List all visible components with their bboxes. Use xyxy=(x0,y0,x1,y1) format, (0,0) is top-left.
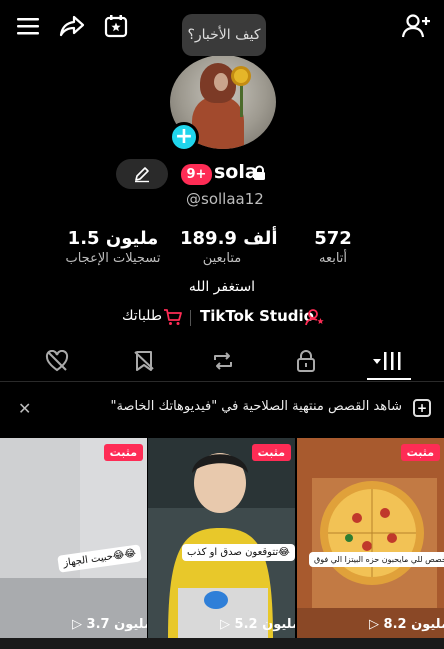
menu-icon[interactable] xyxy=(12,10,44,42)
active-tab-indicator xyxy=(367,378,411,380)
next-row-strip xyxy=(0,638,444,649)
repost-icon xyxy=(214,352,232,370)
video-tile[interactable]: مثبت الفيد ذا مخصص للي مايحبون حزه البيت… xyxy=(297,438,444,638)
person-thumbnail xyxy=(148,438,295,638)
likes-label: تسجيلات الإعجاب xyxy=(65,251,161,266)
profile-links: TikTok Studio طلباتك xyxy=(0,305,444,331)
pinned-badge: مثبت xyxy=(103,444,143,461)
followers-stat[interactable]: 189.9 ألف متابعين xyxy=(180,228,278,266)
device-thumbnail xyxy=(0,438,147,638)
lock-icon xyxy=(253,165,266,185)
pinned-badge: مثبت xyxy=(400,444,440,461)
expired-stories-banner[interactable]: ✕ شاهد القصص منتهية الصلاحية في "فيديوها… xyxy=(0,383,444,435)
cart-icon xyxy=(163,308,183,330)
tiktok-studio-link[interactable]: TikTok Studio xyxy=(200,307,314,325)
share-icon[interactable] xyxy=(56,10,88,42)
followers-count: 189.9 ألف xyxy=(180,228,278,249)
user-handle: @sollaa12 xyxy=(186,190,264,208)
video-grid: مثبت الفيد ذا مخصص للي مايحبون حزه البيت… xyxy=(0,438,444,649)
notification-badge: 9+ xyxy=(181,164,212,185)
tab-liked-hidden[interactable] xyxy=(37,346,77,376)
close-icon[interactable]: ✕ xyxy=(18,399,31,418)
pizza-thumbnail xyxy=(297,438,444,638)
bookmark-hidden-icon xyxy=(134,351,154,371)
tab-favorites[interactable] xyxy=(124,346,164,376)
avatar-figure-face xyxy=(214,73,228,91)
tab-reposts[interactable] xyxy=(203,346,243,376)
orders-link[interactable]: طلباتك xyxy=(122,308,162,324)
banner-text: شاهد القصص منتهية الصلاحية في "فيديوهاتك… xyxy=(110,399,402,414)
person-star-icon xyxy=(305,308,325,330)
video-caption: الفيد ذا مخصص للي مايحبون حزه البيتزا ال… xyxy=(309,552,444,567)
add-box-icon: + xyxy=(413,399,431,417)
avatar-figure-body xyxy=(192,97,244,149)
calendar-star-icon[interactable] xyxy=(100,10,132,42)
view-count: ▷ 8.2 مليون xyxy=(369,617,444,632)
following-stat[interactable]: 572 أتابعه xyxy=(313,228,353,266)
likes-count: 1.5 مليون xyxy=(67,228,159,249)
followers-label: متابعين xyxy=(202,251,242,266)
hidden-heart-icon xyxy=(45,350,69,372)
tab-private[interactable] xyxy=(286,346,326,376)
tab-videos[interactable] xyxy=(369,346,409,376)
news-bubble[interactable]: كيف الأخبار؟ xyxy=(182,14,266,56)
pinned-badge: مثبت xyxy=(251,444,291,461)
add-story-button[interactable]: + xyxy=(169,122,199,152)
links-divider xyxy=(190,310,191,326)
video-tile[interactable]: مثبت حبيت الجهاز😂😂 ▷ 3.7 مليون xyxy=(0,438,147,638)
video-caption: تتوقعون صدق او كذب😂 xyxy=(182,544,295,561)
view-count: ▷ 3.7 مليون xyxy=(72,617,147,632)
following-label: أتابعه xyxy=(318,251,348,266)
grid-bars-icon xyxy=(373,352,401,370)
profile-tabs xyxy=(0,342,444,382)
following-count: 572 xyxy=(314,228,352,249)
video-tile[interactable]: مثبت تتوقعون صدق او كذب😂 ▷ 5.2 مليون xyxy=(148,438,295,638)
sunflower-icon xyxy=(234,69,248,83)
username: sola xyxy=(214,161,258,183)
lock-tab-icon xyxy=(297,350,315,372)
edit-profile-button[interactable] xyxy=(116,159,168,189)
avatar-flower-stem xyxy=(240,81,243,117)
pencil-icon xyxy=(135,167,149,183)
profile-bio: استغفر الله xyxy=(188,279,256,295)
likes-stat[interactable]: 1.5 مليون تسجيلات الإعجاب xyxy=(58,228,168,266)
add-friend-icon[interactable] xyxy=(400,10,432,42)
view-count: ▷ 5.2 مليون xyxy=(220,617,295,632)
